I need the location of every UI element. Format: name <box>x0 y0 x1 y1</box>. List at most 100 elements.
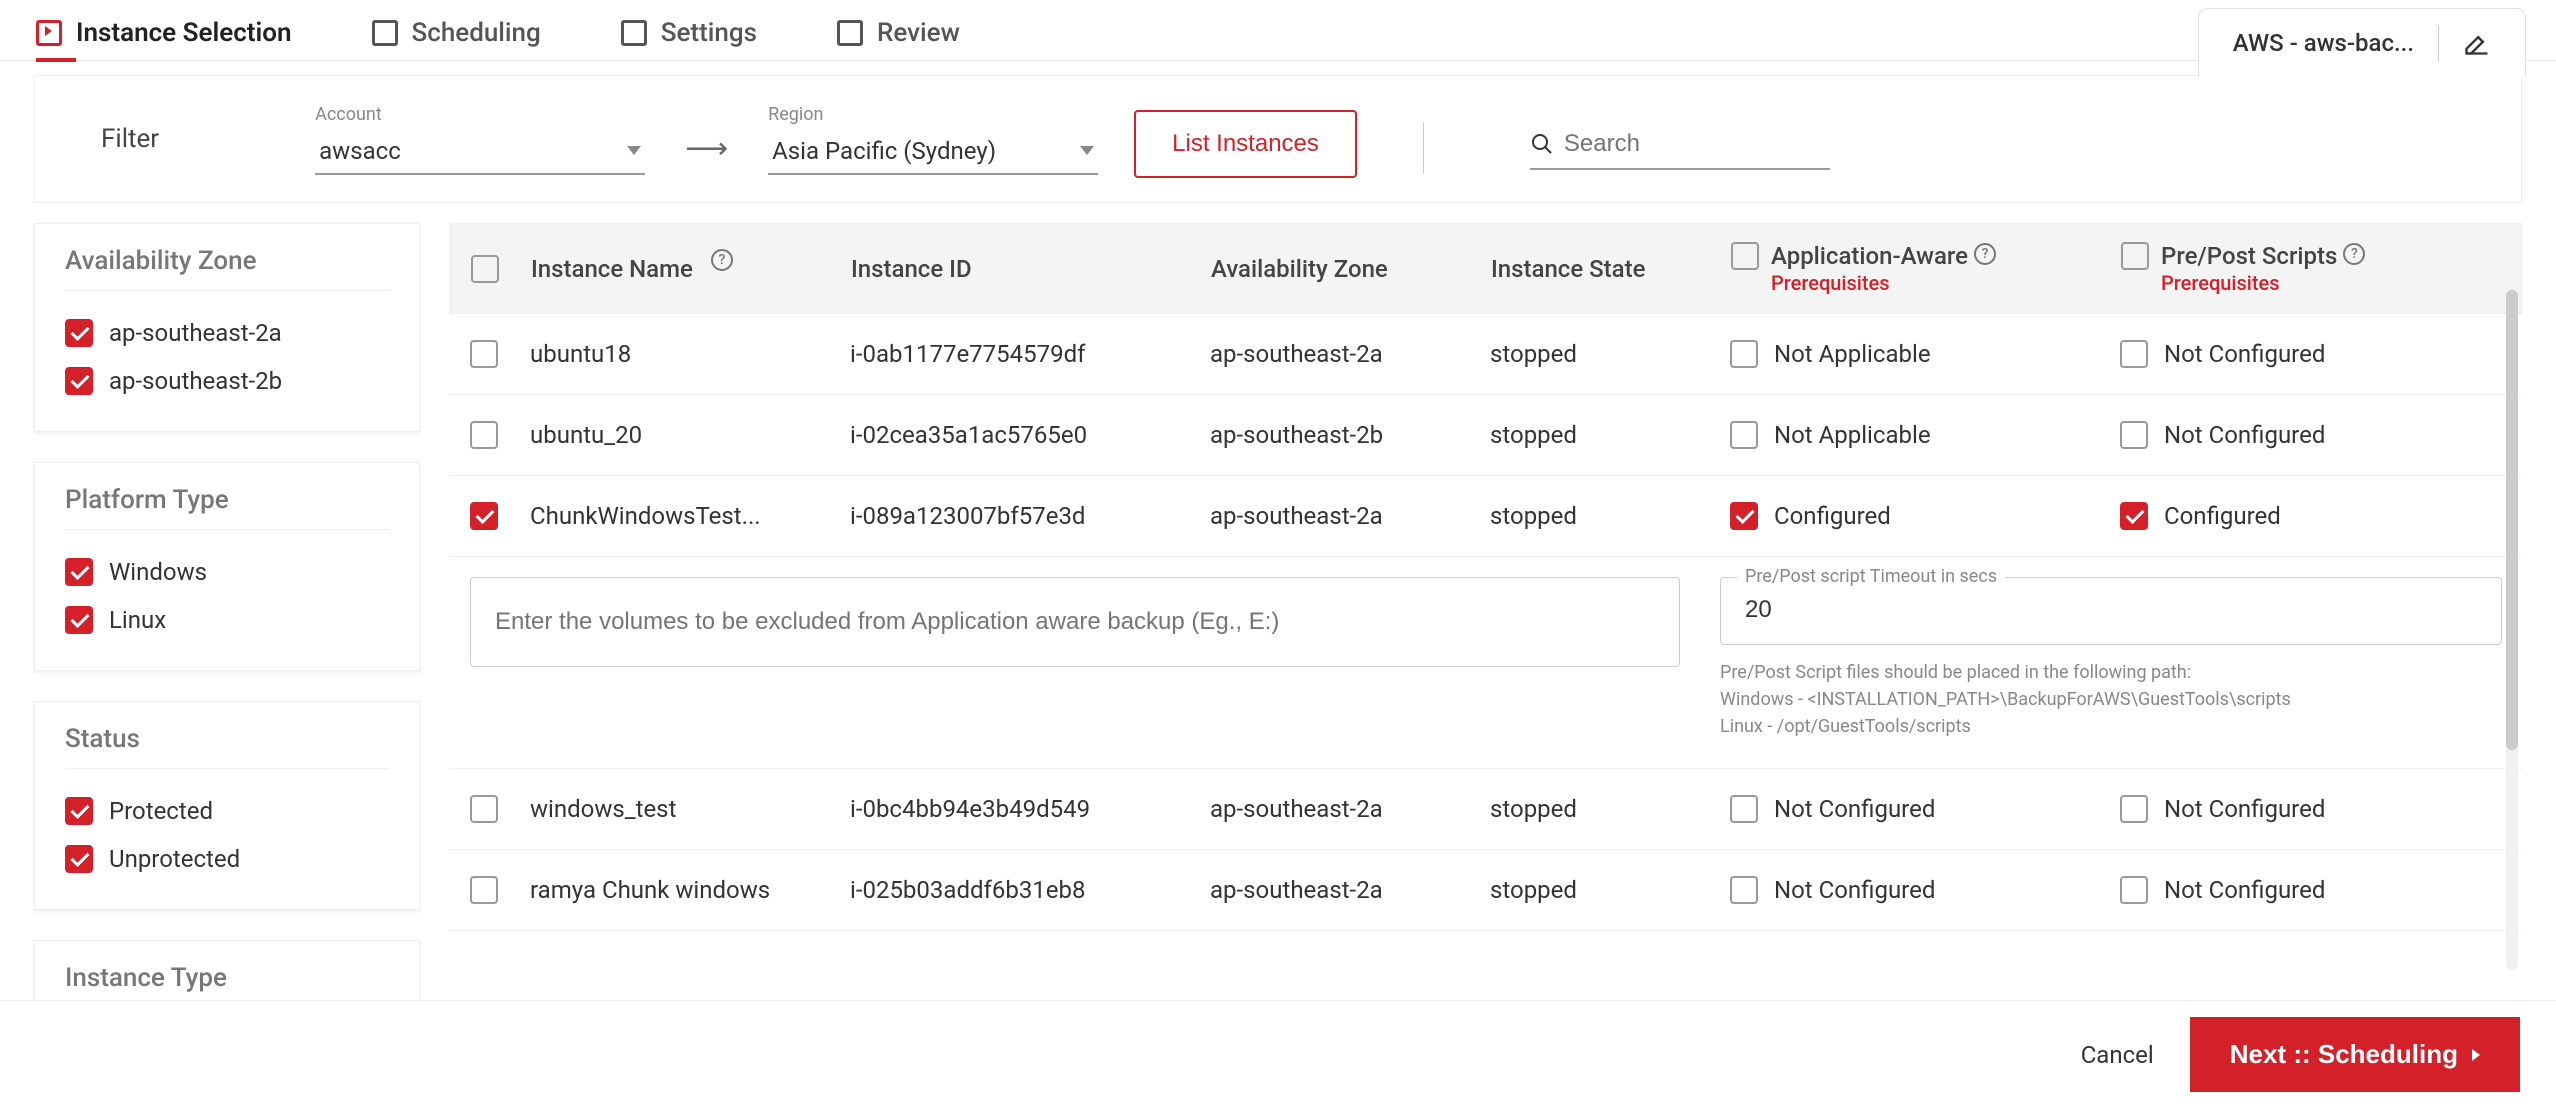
cell-zone: ap-southeast-2a <box>1210 340 1490 368</box>
filter-item[interactable]: Unprotected <box>65 835 389 883</box>
table-row[interactable]: ramya Chunk windowsi-025b03addf6b31eb8ap… <box>450 850 2522 931</box>
region-field: Region Asia Pacific (Sydney) <box>768 104 1098 175</box>
next-label: Next :: Scheduling <box>2230 1039 2458 1070</box>
account-label: Account <box>315 104 645 125</box>
row-checkbox[interactable] <box>470 340 498 368</box>
list-instances-button[interactable]: List Instances <box>1134 110 1357 178</box>
prepost-checkbox[interactable] <box>2120 876 2148 904</box>
app-aware-all-checkbox[interactable] <box>1731 242 1759 270</box>
prepost-checkbox[interactable] <box>2120 340 2148 368</box>
filter-item-label: Windows <box>109 558 207 586</box>
col-instance-name: Instance Name <box>531 255 693 283</box>
tab-settings[interactable]: Settings <box>621 18 757 48</box>
checkbox-icon <box>837 20 863 46</box>
chevron-down-icon <box>627 146 641 155</box>
search-field[interactable] <box>1530 126 1830 170</box>
prepost-label: Not Configured <box>2164 340 2325 368</box>
cell-name: ChunkWindowsTest... <box>530 502 850 530</box>
cell-app-aware: Not Applicable <box>1730 340 2120 368</box>
table-row[interactable]: ubuntu18i-0ab1177e7754579dfap-southeast-… <box>450 314 2522 395</box>
account-select[interactable]: awsacc <box>315 131 645 175</box>
search-input[interactable] <box>1564 130 1804 158</box>
checkbox[interactable] <box>65 845 93 873</box>
cancel-button[interactable]: Cancel <box>2081 1041 2154 1069</box>
checkbox-icon <box>621 20 647 46</box>
table-row[interactable]: ubuntu_20i-02cea35a1ac5765e0ap-southeast… <box>450 395 2522 476</box>
tab-scheduling[interactable]: Scheduling <box>372 18 541 48</box>
account-value: awsacc <box>319 137 401 165</box>
timeout-label: Pre/Post script Timeout in secs <box>1737 566 2005 587</box>
prepost-checkbox[interactable] <box>2120 502 2148 530</box>
app-aware-checkbox[interactable] <box>1730 795 1758 823</box>
filter-item[interactable]: Windows <box>65 548 389 596</box>
row-checkbox[interactable] <box>470 502 498 530</box>
prepost-checkbox[interactable] <box>2120 421 2148 449</box>
checkbox[interactable] <box>65 606 93 634</box>
filter-item[interactable]: ap-southeast-2b <box>65 357 389 405</box>
checkbox[interactable] <box>65 319 93 347</box>
cell-zone: ap-southeast-2b <box>1210 421 1490 449</box>
filter-group-title: Status <box>65 724 389 769</box>
prepost-all-checkbox[interactable] <box>2121 242 2149 270</box>
app-aware-checkbox[interactable] <box>1730 340 1758 368</box>
checkbox[interactable] <box>65 797 93 825</box>
col-availability-zone: Availability Zone <box>1211 255 1388 283</box>
cell-id: i-025b03addf6b31eb8 <box>850 876 1210 904</box>
cell-name: ubuntu_20 <box>530 421 850 449</box>
prepost-label: Configured <box>2164 502 2281 530</box>
row-checkbox[interactable] <box>470 421 498 449</box>
tab-label: Settings <box>661 18 757 48</box>
checkbox[interactable] <box>65 367 93 395</box>
checkbox-icon <box>372 20 398 46</box>
filter-item-label: ap-southeast-2b <box>109 367 282 395</box>
filter-item-label: Unprotected <box>109 845 240 873</box>
app-aware-checkbox[interactable] <box>1730 876 1758 904</box>
tab-instance-selection[interactable]: Instance Selection <box>36 18 292 48</box>
cell-app-aware: Not Configured <box>1730 795 2120 823</box>
table-row[interactable]: ChunkWindowsTest...i-089a123007bf57e3dap… <box>450 476 2522 557</box>
app-aware-label: Not Applicable <box>1774 340 1931 368</box>
filter-item-label: ap-southeast-2a <box>109 319 282 347</box>
prepost-checkbox[interactable] <box>2120 795 2148 823</box>
help-icon[interactable]: ? <box>1974 243 1996 265</box>
scrollbar-thumb[interactable] <box>2506 290 2518 750</box>
help-icon[interactable]: ? <box>711 249 733 271</box>
cell-id: i-089a123007bf57e3d <box>850 502 1210 530</box>
region-select[interactable]: Asia Pacific (Sydney) <box>768 131 1098 175</box>
cell-state: stopped <box>1490 795 1730 823</box>
filter-bar: Filter Account awsacc ⟶ Region Asia Paci… <box>34 75 2522 203</box>
filter-item[interactable]: Protected <box>65 787 389 835</box>
col-prepost: Pre/Post Scripts <box>2161 242 2337 270</box>
checkbox[interactable] <box>65 558 93 586</box>
scrollbar[interactable] <box>2506 290 2518 970</box>
row-checkbox[interactable] <box>470 876 498 904</box>
account-field: Account awsacc <box>315 104 645 175</box>
filter-item-label: Linux <box>109 606 166 634</box>
next-button[interactable]: Next :: Scheduling <box>2190 1017 2520 1092</box>
filter-item[interactable]: ap-southeast-2a <box>65 309 389 357</box>
app-aware-checkbox[interactable] <box>1730 502 1758 530</box>
search-icon <box>1530 132 1554 156</box>
row-checkbox[interactable] <box>470 795 498 823</box>
sidebar: Availability Zoneap-southeast-2aap-south… <box>34 223 420 1053</box>
app-aware-label: Configured <box>1774 502 1891 530</box>
table-row[interactable]: windows_testi-0bc4bb94e3b49d549ap-southe… <box>450 769 2522 850</box>
tab-review[interactable]: Review <box>837 18 960 48</box>
tab-label: Instance Selection <box>76 18 292 48</box>
timeout-input[interactable] <box>1745 596 2477 624</box>
filter-item[interactable]: Linux <box>65 596 389 644</box>
prerequisites-link[interactable]: Prerequisites <box>1771 271 1996 295</box>
prerequisites-link[interactable]: Prerequisites <box>2161 271 2365 295</box>
filter-item-label: Protected <box>109 797 213 825</box>
app-aware-checkbox[interactable] <box>1730 421 1758 449</box>
app-aware-label: Not Configured <box>1774 876 1935 904</box>
cell-app-aware: Configured <box>1730 502 2120 530</box>
edit-icon[interactable] <box>2463 29 2491 57</box>
col-instance-state: Instance State <box>1491 255 1645 283</box>
instance-table: Instance Name? Instance ID Availability … <box>450 223 2522 1053</box>
row-checkbox <box>470 876 530 904</box>
timeout-field: Pre/Post script Timeout in secs <box>1720 577 2502 645</box>
help-icon[interactable]: ? <box>2343 243 2365 265</box>
select-all-checkbox[interactable] <box>471 255 499 283</box>
exclude-volumes-input[interactable] <box>470 577 1680 667</box>
